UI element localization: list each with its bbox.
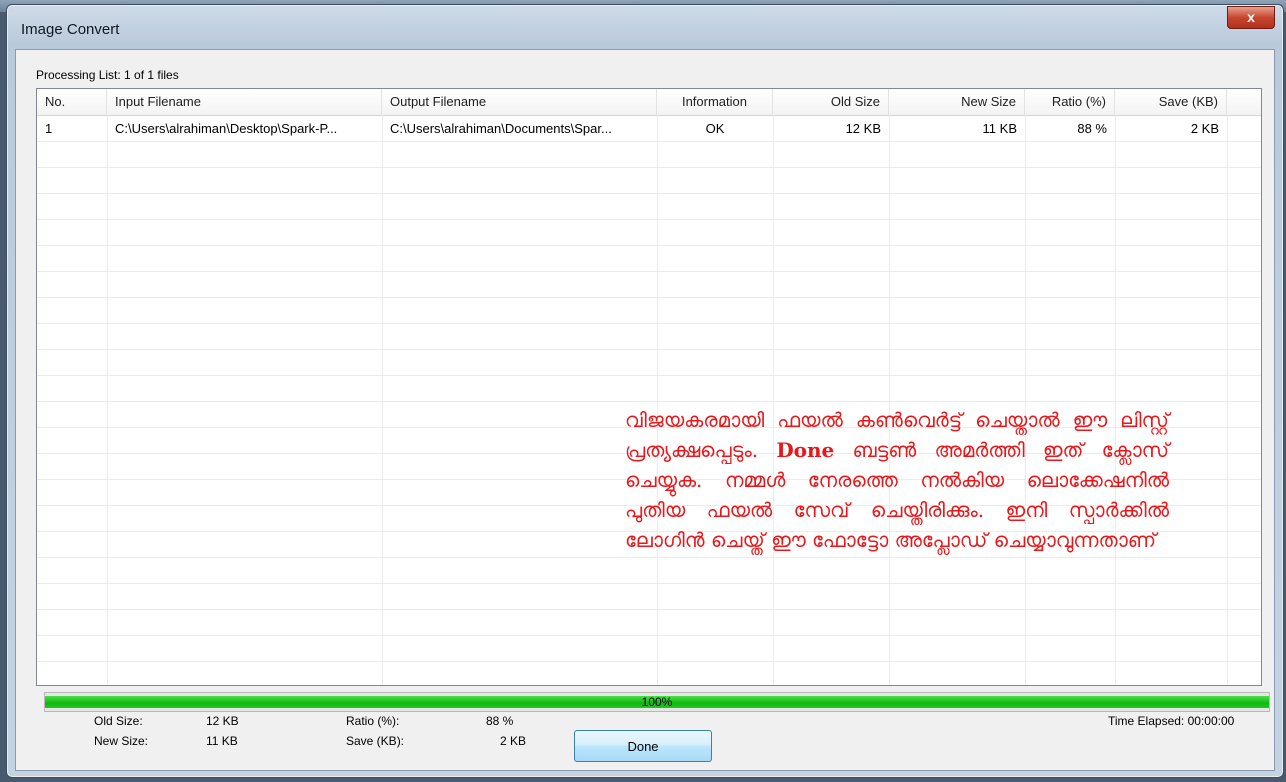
cell-new-size: 11 KB (982, 121, 1017, 136)
row-gridline (37, 271, 1261, 272)
column-header-no[interactable]: No. (37, 89, 107, 115)
cell-output-filename: C:\Users\alrahiman\Documents\Spar... (390, 121, 612, 136)
close-icon: x (1247, 9, 1255, 25)
row-gridline (37, 583, 1261, 584)
old-size-value: 12 KB (206, 714, 239, 728)
ratio-label: Ratio (%): (346, 714, 400, 728)
save-value: 2 KB (500, 734, 527, 748)
column-header-information[interactable]: Information (657, 89, 773, 115)
row-gridline (37, 297, 1261, 298)
row-gridline (37, 401, 1261, 402)
column-gridline (1115, 115, 1116, 685)
processing-list-caption: Processing List: 1 of 1 files (36, 68, 179, 82)
cell-information: OK (705, 121, 725, 136)
column-gridline (1025, 115, 1026, 685)
list-header: No. Input Filename Output Filename Infor… (37, 89, 1261, 116)
column-header-output-filename[interactable]: Output Filename (382, 89, 657, 115)
column-gridline (773, 115, 774, 685)
new-size-value: 11 KB (206, 734, 238, 748)
done-button[interactable]: Done (574, 730, 712, 762)
malayalam-annotation: വിജയകരമായി ഫയൽ കൺവെർട്ട് ചെയ്താൽ ഈ ലിസ്റ… (625, 405, 1169, 555)
cell-save: 2 KB (1190, 121, 1219, 136)
cell-old-size: 12 KB (845, 121, 881, 136)
ratio-value: 88 % (486, 714, 514, 728)
dialog-client-area: Processing List: 1 of 1 files No. Input … (15, 49, 1275, 771)
row-gridline (37, 557, 1261, 558)
window-title: Image Convert (21, 21, 120, 38)
cell-input-filename: C:\Users\alrahiman\Desktop\Spark-P... (115, 121, 338, 136)
row-gridline (37, 193, 1261, 194)
row-gridline (37, 141, 1261, 142)
cell-ratio: 88 % (1077, 121, 1107, 136)
annotation-done-word: Done (776, 438, 835, 462)
time-elapsed: Time Elapsed: 00:00:00 (1108, 714, 1235, 728)
row-gridline (37, 167, 1261, 168)
row-gridline (37, 375, 1261, 376)
column-gridline (657, 115, 658, 685)
row-gridline (37, 609, 1261, 610)
progress-bar: 100% (44, 692, 1270, 712)
row-gridline (37, 661, 1261, 662)
row-gridline (37, 245, 1261, 246)
column-header-new-size[interactable]: New Size (889, 89, 1025, 115)
image-convert-window: Image Convert x Processing List: 1 of 1 … (6, 4, 1284, 778)
new-size-label: New Size: (94, 734, 149, 748)
column-header-ratio[interactable]: Ratio (%) (1025, 89, 1115, 115)
column-header-save[interactable]: Save (KB) (1115, 89, 1227, 115)
cell-no: 1 (45, 121, 53, 136)
row-gridline (37, 349, 1261, 350)
column-header-input-filename[interactable]: Input Filename (107, 89, 382, 115)
column-gridline (107, 115, 108, 685)
processing-list[interactable]: No. Input Filename Output Filename Infor… (36, 88, 1262, 686)
title-bar[interactable]: Image Convert x (7, 5, 1283, 49)
row-gridline (37, 323, 1261, 324)
old-size-label: Old Size: (94, 714, 143, 728)
save-label: Save (KB): (346, 734, 405, 748)
row-gridline (37, 635, 1261, 636)
row-gridline (37, 219, 1261, 220)
column-gridline (382, 115, 383, 685)
column-gridline (889, 115, 890, 685)
close-button[interactable]: x (1227, 6, 1275, 29)
column-header-old-size[interactable]: Old Size (773, 89, 889, 115)
progress-label: 100% (641, 695, 673, 709)
column-gridline (1227, 115, 1228, 685)
